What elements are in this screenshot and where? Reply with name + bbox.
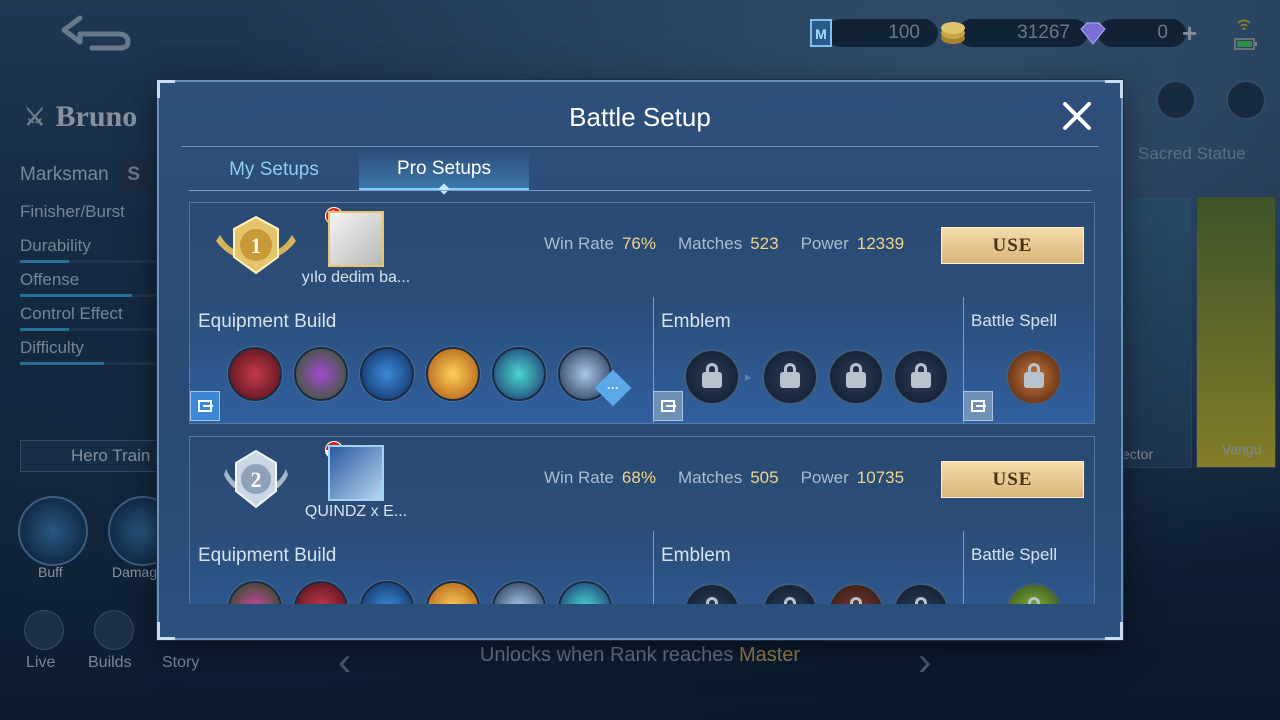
matches-value: 505: [750, 468, 779, 487]
power-value: 12339: [856, 234, 905, 253]
lock-icon: [1024, 363, 1044, 388]
emblem-main-icon[interactable]: [684, 583, 740, 604]
emblem-talent-icon[interactable]: [762, 583, 818, 604]
battle-spell-icon[interactable]: [1006, 349, 1062, 405]
matches-value: 523: [750, 234, 779, 253]
gold-coin-icon: [941, 22, 965, 44]
item-blade-icon[interactable]: [228, 347, 282, 401]
setup-entry-1: 1 yılo dedim ba... Win Rate 76% Matches 52…: [189, 202, 1095, 424]
corner-decor: [157, 622, 175, 640]
item-golden-blade-icon[interactable]: [426, 347, 480, 401]
power-label: Power: [800, 234, 849, 253]
copy-emblem-icon[interactable]: [653, 391, 683, 421]
emblem-talent-icon[interactable]: [893, 349, 949, 405]
power-value: 10735: [856, 468, 905, 487]
battle-spell-icon[interactable]: [1006, 583, 1062, 604]
lock-icon: [702, 363, 722, 388]
section-divider: [963, 531, 964, 604]
win-rate-value: 68%: [621, 468, 656, 487]
chevron-right-icon: ▸: [745, 369, 752, 384]
equipment-build-label: Equipment Build: [198, 545, 337, 566]
lock-icon: [846, 363, 866, 388]
player-avatar[interactable]: [328, 211, 384, 267]
win-rate-value: 76%: [621, 234, 656, 253]
battle-spell-label: Battle Spell: [971, 311, 1057, 330]
copy-spell-icon[interactable]: [963, 391, 993, 421]
use-button[interactable]: USE: [941, 461, 1084, 498]
close-icon[interactable]: [1057, 96, 1097, 136]
win-rate-label: Win Rate: [544, 234, 614, 253]
section-divider: [653, 531, 654, 604]
player-name[interactable]: QUINDZ x E...: [290, 503, 422, 521]
player-avatar[interactable]: [328, 445, 384, 501]
player-name[interactable]: yılo dedim ba...: [290, 269, 422, 287]
setup-stats: Win Rate 76% Matches 523 Power 12339: [544, 234, 904, 254]
lock-icon: [911, 363, 931, 388]
emblem-label: Emblem: [661, 311, 731, 332]
emblem-label: Emblem: [661, 545, 731, 566]
svg-text:1: 1: [251, 233, 262, 258]
svg-text:M: M: [815, 26, 827, 42]
corner-decor: [1105, 622, 1123, 640]
emblem-talent-icon[interactable]: [893, 583, 949, 604]
diamond-icon: [1080, 22, 1106, 45]
item-boots-icon[interactable]: [294, 347, 348, 401]
setup-tabs: My Setups Pro Setups: [189, 150, 529, 192]
corner-decor: [157, 80, 175, 98]
svg-text:2: 2: [251, 467, 262, 492]
rank-2-badge-icon: 2: [224, 449, 288, 509]
battle-setup-modal: Battle Setup My Setups Pro Setups 1 yılo…: [157, 80, 1123, 640]
item-moon-icon[interactable]: [360, 581, 414, 604]
copy-build-icon[interactable]: [190, 391, 220, 421]
pro-setups-list[interactable]: 1 yılo dedim ba... Win Rate 76% Matches 52…: [189, 202, 1095, 604]
emblem-talent-icon[interactable]: [828, 349, 884, 405]
tab-my-setups[interactable]: My Setups: [189, 150, 359, 190]
item-spear-icon[interactable]: [492, 581, 546, 604]
item-crossbow-icon[interactable]: [492, 347, 546, 401]
setup-stats: Win Rate 68% Matches 505 Power 10735: [544, 468, 904, 488]
emblem-talent-icon[interactable]: [828, 583, 884, 604]
win-rate-label: Win Rate: [544, 468, 614, 487]
item-blade-icon[interactable]: [294, 581, 348, 604]
emblem-main-icon[interactable]: [684, 349, 740, 405]
item-gem-icon[interactable]: [228, 581, 282, 604]
item-golden-blade-icon[interactable]: [426, 581, 480, 604]
ticket-icon: M: [810, 19, 832, 47]
lock-icon: [780, 363, 800, 388]
rank-1-badge-icon: 1: [216, 215, 296, 275]
corner-decor: [1105, 80, 1123, 98]
battle-spell-label: Battle Spell: [971, 545, 1057, 564]
tab-pro-setups[interactable]: Pro Setups: [359, 150, 529, 190]
item-moon-icon[interactable]: [360, 347, 414, 401]
emblem-talent-icon[interactable]: [762, 349, 818, 405]
item-crossbow-icon[interactable]: [558, 581, 612, 604]
power-label: Power: [800, 468, 849, 487]
equipment-build-label: Equipment Build: [198, 311, 337, 332]
matches-label: Matches: [677, 234, 743, 253]
tabs-divider: [189, 190, 1091, 191]
title-divider: [181, 146, 1099, 147]
matches-label: Matches: [677, 468, 743, 487]
setup-entry-2: 2 QUINDZ x E... Win Rate 68% Matches 505 P…: [189, 436, 1095, 604]
use-button[interactable]: USE: [941, 227, 1084, 264]
modal-title: Battle Setup: [569, 102, 711, 132]
